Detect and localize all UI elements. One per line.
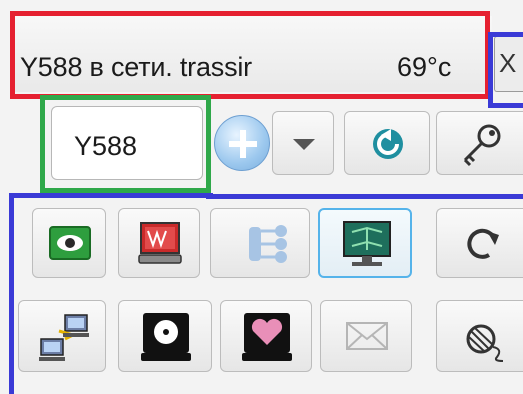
- network-tree-button[interactable]: [210, 208, 310, 278]
- add-button[interactable]: [214, 115, 270, 171]
- refresh-button[interactable]: [344, 111, 430, 175]
- trassir-device-panel: Y588 в сети. trassir 69°c X Y588: [0, 0, 523, 394]
- disk-heart-button[interactable]: [220, 300, 312, 372]
- device-name-text: Y588: [74, 131, 138, 161]
- reload-button[interactable]: [436, 208, 523, 278]
- disk-heart-icon: [242, 313, 292, 361]
- yarn-button[interactable]: [436, 300, 523, 372]
- view-button[interactable]: [32, 208, 106, 278]
- add-dropdown-button[interactable]: [272, 111, 334, 175]
- window-title: Y588 в сети. trassir: [20, 52, 252, 82]
- network-computers-icon: [39, 314, 89, 361]
- network-computers-button[interactable]: [18, 300, 106, 372]
- key-icon: [463, 124, 501, 167]
- terminal-button[interactable]: [118, 208, 200, 278]
- disk-button[interactable]: [118, 300, 212, 372]
- dropdown-arrow-icon: [293, 139, 315, 150]
- tools-highlight-line: [206, 194, 523, 199]
- temperature-readout: 69°c: [397, 52, 452, 82]
- add-icon: [229, 130, 257, 158]
- monitor-terminal-icon: [138, 222, 182, 264]
- device-name-field[interactable]: Y588: [51, 106, 203, 180]
- close-button[interactable]: X: [494, 36, 523, 92]
- disk-icon: [141, 313, 191, 361]
- mail-button[interactable]: [320, 300, 412, 372]
- refresh-icon: [373, 129, 403, 159]
- key-button[interactable]: [436, 111, 523, 175]
- network-tree-icon: [249, 225, 287, 263]
- reload-icon: [467, 228, 499, 259]
- network-monitor-button[interactable]: [318, 208, 412, 278]
- network-monitor-icon: [343, 221, 391, 266]
- mail-icon: [346, 322, 388, 350]
- eye-icon: [49, 226, 91, 260]
- yarn-icon: [466, 324, 504, 362]
